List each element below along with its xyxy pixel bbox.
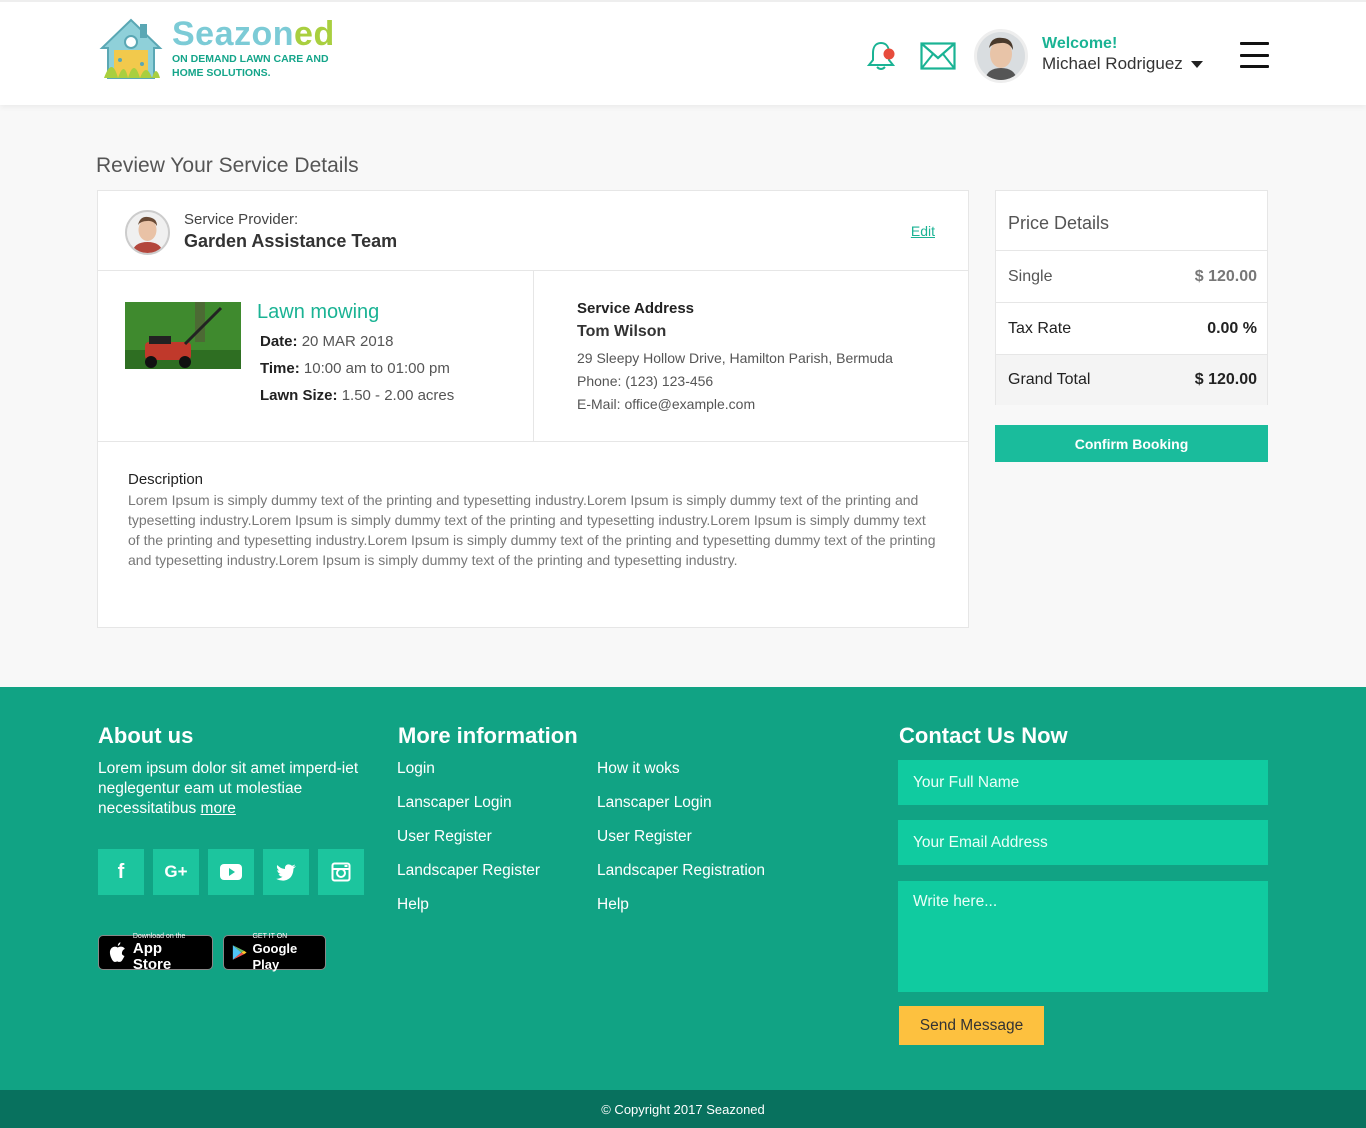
address-street: 29 Sleepy Hollow Drive, Hamilton Parish,… bbox=[577, 350, 893, 366]
user-avatar[interactable] bbox=[974, 29, 1028, 83]
service-address: Service Address Tom Wilson 29 Sleepy Hol… bbox=[534, 271, 968, 441]
youtube-icon[interactable] bbox=[208, 849, 254, 895]
address-name: Tom Wilson bbox=[577, 323, 667, 340]
message-textarea[interactable] bbox=[898, 881, 1268, 992]
footer-link-login[interactable]: Login bbox=[397, 759, 540, 779]
email-input[interactable] bbox=[898, 820, 1268, 865]
apple-icon bbox=[109, 941, 125, 962]
service-info-row: Lawn mowing Date: 20 MAR 2018 Time: 10:0… bbox=[98, 271, 968, 442]
price-details-title: Price Details bbox=[996, 191, 1267, 251]
welcome-block[interactable]: Welcome! Michael Rodriguez bbox=[1042, 35, 1203, 75]
google-plus-icon[interactable]: G+ bbox=[153, 849, 199, 895]
links-column-1: Login Lanscaper Login User Register Land… bbox=[397, 759, 540, 929]
social-links: f G+ bbox=[98, 849, 364, 895]
about-more-link[interactable]: more bbox=[201, 800, 236, 817]
price-tax-row: Tax Rate 0.00 % bbox=[996, 303, 1267, 355]
address-phone: Phone: (123) 123-456 bbox=[577, 373, 714, 389]
more-info-title: More information bbox=[398, 723, 578, 748]
description-title: Description bbox=[128, 471, 204, 488]
user-menu-toggle[interactable]: Michael Rodriguez bbox=[1042, 53, 1203, 75]
footer-link-user-register-2[interactable]: User Register bbox=[597, 827, 765, 847]
mail-icon[interactable] bbox=[920, 42, 956, 70]
service-time: Time: 10:00 am to 01:00 pm bbox=[260, 360, 450, 377]
instagram-icon[interactable] bbox=[318, 849, 364, 895]
edit-link[interactable]: Edit bbox=[911, 223, 935, 239]
copyright-bar: © Copyright 2017 Seazoned bbox=[0, 1090, 1366, 1128]
address-email: E-Mail: office@example.com bbox=[577, 396, 756, 412]
footer-link-lanscaper-login[interactable]: Lanscaper Login bbox=[397, 793, 540, 813]
site-header: Seazoned ON DEMAND LAWN CARE AND HOME SO… bbox=[0, 0, 1366, 105]
footer-link-landscaper-registration[interactable]: Landscaper Registration bbox=[597, 861, 765, 881]
service-image bbox=[125, 302, 241, 369]
notification-dot bbox=[883, 48, 895, 60]
google-play-icon bbox=[232, 945, 247, 960]
footer-link-landscaper-register[interactable]: Landscaper Register bbox=[397, 861, 540, 881]
footer-link-help-2[interactable]: Help bbox=[597, 895, 765, 915]
app-store-badge[interactable]: Download on the App Store bbox=[98, 933, 213, 972]
house-logo-icon bbox=[99, 18, 163, 79]
footer-link-user-register[interactable]: User Register bbox=[397, 827, 540, 847]
brand-logo[interactable]: Seazoned ON DEMAND LAWN CARE AND HOME SO… bbox=[98, 16, 335, 82]
copyright-text: © Copyright 2017 Seazoned bbox=[601, 1101, 765, 1117]
send-message-button[interactable]: Send Message bbox=[899, 1006, 1044, 1045]
welcome-label: Welcome! bbox=[1042, 35, 1118, 52]
notification-bell-icon[interactable] bbox=[866, 40, 896, 72]
description-text: Lorem Ipsum is simply dummy text of the … bbox=[128, 492, 936, 568]
provider-row: Service Provider: Garden Assistance Team… bbox=[98, 191, 968, 271]
service-details-card: Service Provider: Garden Assistance Team… bbox=[97, 190, 969, 628]
about-title: About us bbox=[98, 723, 194, 748]
price-total-row: Grand Total $ 120.00 bbox=[996, 355, 1267, 405]
price-details-card: Price Details Single $ 120.00 Tax Rate 0… bbox=[995, 190, 1268, 405]
service-summary: Lawn mowing Date: 20 MAR 2018 Time: 10:0… bbox=[98, 271, 534, 441]
caret-down-icon[interactable] bbox=[1190, 60, 1203, 68]
footer-link-lanscaper-login-2[interactable]: Lanscaper Login bbox=[597, 793, 765, 813]
price-single-row: Single $ 120.00 bbox=[996, 251, 1267, 303]
description-block: Description Lorem Ipsum is simply dummy … bbox=[128, 471, 938, 570]
page-title: Review Your Service Details bbox=[96, 154, 359, 177]
service-lawn-size: Lawn Size: 1.50 - 2.00 acres bbox=[260, 387, 455, 404]
site-footer: About us Lorem ipsum dolor sit amet impe… bbox=[0, 687, 1366, 1090]
twitter-icon[interactable] bbox=[263, 849, 309, 895]
service-name: Lawn mowing bbox=[257, 301, 380, 323]
brand-name: Seazoned bbox=[172, 15, 335, 53]
links-column-2: How it woks Lanscaper Login User Registe… bbox=[597, 759, 765, 929]
provider-name: Garden Assistance Team bbox=[184, 231, 398, 251]
hamburger-menu-icon[interactable] bbox=[1240, 42, 1269, 68]
provider-avatar bbox=[125, 210, 170, 255]
service-date: Date: 20 MAR 2018 bbox=[260, 333, 394, 350]
full-name-input[interactable] bbox=[898, 760, 1268, 805]
user-name: Michael Rodriguez bbox=[1042, 54, 1183, 73]
address-title: Service Address bbox=[577, 300, 695, 317]
google-play-badge[interactable]: GET IT ON Google Play bbox=[223, 933, 326, 972]
contact-title: Contact Us Now bbox=[899, 723, 1068, 748]
footer-link-help[interactable]: Help bbox=[397, 895, 540, 915]
about-text: Lorem ipsum dolor sit amet imperd-iet ne… bbox=[98, 760, 359, 817]
footer-link-how-it-works[interactable]: How it woks bbox=[597, 759, 765, 779]
provider-label: Service Provider: bbox=[184, 211, 299, 228]
confirm-booking-button[interactable]: Confirm Booking bbox=[995, 425, 1268, 462]
brand-tagline: ON DEMAND LAWN CARE AND HOME SOLUTIONS. bbox=[172, 53, 329, 79]
facebook-icon[interactable]: f bbox=[98, 849, 144, 895]
